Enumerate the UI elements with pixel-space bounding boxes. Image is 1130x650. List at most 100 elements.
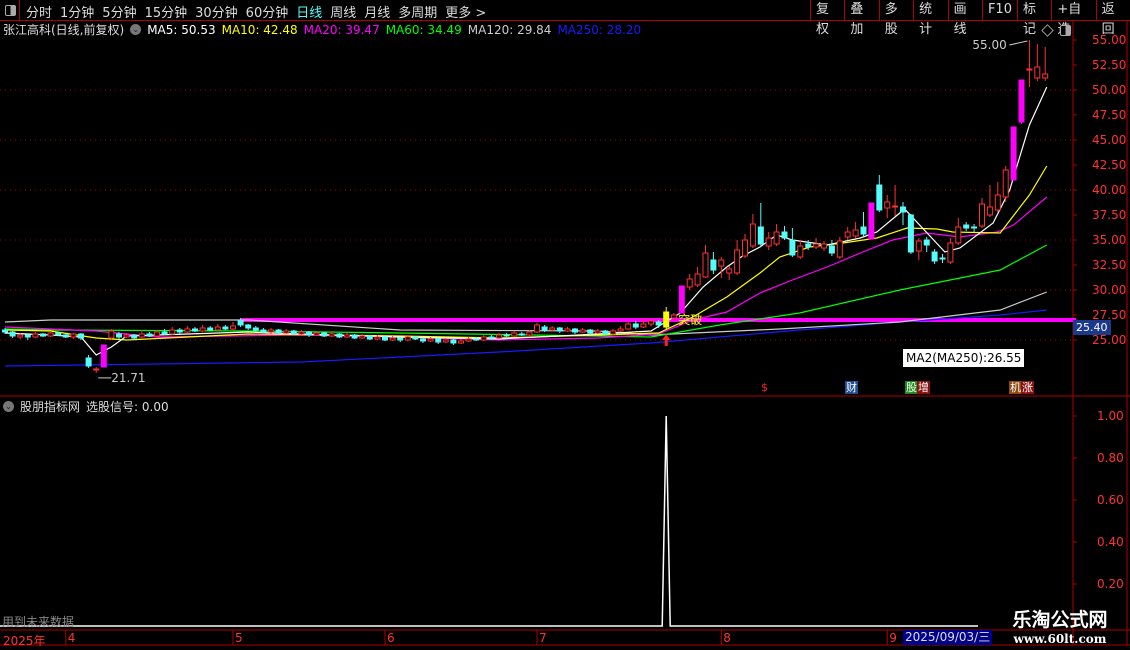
candle-body — [1018, 79, 1025, 123]
candle-body — [686, 278, 693, 288]
candle-body — [458, 340, 464, 344]
candle-body — [797, 245, 804, 258]
candle-body — [351, 334, 358, 339]
month-label: 4 — [68, 631, 76, 645]
candle-body — [632, 323, 639, 328]
price-tick-label: 40.00 — [1092, 183, 1126, 197]
candle-body — [749, 223, 756, 247]
candle-body — [290, 330, 297, 335]
indicator-name[interactable]: 股朋指标网 — [20, 398, 80, 415]
event-badge[interactable]: 涨 — [1021, 381, 1034, 394]
candle-body — [572, 328, 578, 333]
watermark: 乐淘公式网 www.60lt.com — [990, 605, 1130, 646]
event-badge[interactable]: 财 — [845, 381, 858, 394]
candle-body — [813, 243, 820, 248]
candle-body — [678, 285, 685, 314]
candle-body — [994, 194, 1001, 211]
candle-body — [868, 202, 875, 240]
price-chart: 55.00 52.50 50.00 47.50 45.00 42.50 40.00 37.50… — [0, 21, 1130, 646]
watermark-url: www.60lt.com — [1013, 632, 1107, 646]
candle-body — [154, 331, 160, 337]
candle-body — [268, 329, 274, 333]
candle-body — [397, 337, 404, 341]
candle-body — [986, 206, 993, 216]
candle-body — [602, 330, 609, 335]
candle-body — [404, 336, 411, 341]
candle-body — [876, 184, 883, 211]
candle-body — [836, 240, 843, 258]
candle-body — [192, 328, 198, 332]
candle-body — [480, 336, 487, 341]
candle-body — [24, 334, 31, 338]
candle-body — [32, 333, 39, 338]
candle-body — [344, 334, 350, 338]
candle-body — [412, 336, 419, 340]
candle-body — [594, 330, 601, 334]
candle-body — [947, 242, 954, 263]
candle-body — [900, 206, 906, 213]
low-price-label: 21.71 — [111, 371, 145, 385]
candle-body — [283, 330, 290, 334]
candle-body — [710, 259, 717, 271]
candle-body — [648, 320, 654, 325]
candle-body — [47, 332, 54, 337]
candle-body — [931, 251, 938, 262]
candle-body — [382, 336, 388, 341]
indicator-tick-label: 0.20 — [1097, 577, 1124, 591]
candle-body — [123, 334, 130, 338]
month-label: 8 — [723, 631, 731, 645]
candle-body — [1010, 126, 1017, 181]
event-badge[interactable]: 增 — [917, 381, 930, 394]
price-tick-label: 37.50 — [1092, 208, 1126, 222]
candle-body — [55, 332, 62, 336]
price-tick-label: 47.50 — [1092, 108, 1126, 122]
candle-body — [587, 329, 594, 334]
event-badge[interactable]: $ — [760, 381, 769, 394]
candle-body — [884, 201, 891, 209]
month-label: 9 — [889, 631, 897, 645]
candle-body — [1034, 66, 1041, 79]
candle-body — [955, 226, 962, 244]
candle-body — [526, 331, 533, 336]
candle-body — [610, 330, 616, 335]
candle-body — [108, 330, 115, 339]
candle-body — [979, 203, 985, 227]
candle-body — [852, 229, 859, 237]
candle-body — [435, 338, 442, 343]
candle-body — [765, 237, 772, 247]
month-label: 7 — [539, 631, 547, 645]
candle-body — [70, 333, 77, 338]
indicator-tick-label: 0.60 — [1097, 493, 1124, 507]
signal-value: 选股信号: 0.00 — [86, 400, 169, 414]
candle-body — [359, 335, 366, 339]
candle-body — [734, 249, 741, 274]
candle-body — [579, 329, 586, 333]
current-price-label: 25.40 — [1073, 320, 1111, 335]
price-tick-label: 25.00 — [1092, 333, 1126, 347]
candle-body — [138, 333, 145, 338]
candle-body — [306, 331, 312, 336]
price-tick-label: 42.50 — [1092, 158, 1126, 172]
candle-body — [718, 259, 725, 267]
candle-body — [230, 325, 236, 330]
ma-line-ma10 — [4, 165, 1048, 341]
candle-body — [93, 368, 100, 371]
candle-body — [427, 338, 434, 342]
candle-body — [726, 268, 733, 274]
candle-body — [176, 329, 183, 333]
chevron-down-icon[interactable]: ⌄ — [3, 401, 14, 412]
candle-body — [298, 331, 305, 335]
indicator-tick-label: 1.00 — [1097, 409, 1124, 423]
candle-body — [939, 257, 946, 260]
year-label: 2025年 — [3, 634, 46, 648]
candle-body — [199, 327, 206, 332]
candle-body — [702, 252, 709, 278]
candle-body — [420, 338, 426, 342]
price-tick-label: 32.50 — [1092, 258, 1126, 272]
indicator-tick-label: 0.80 — [1097, 451, 1124, 465]
candle-body — [1002, 169, 1009, 198]
candle-body — [496, 334, 502, 339]
candle-body — [184, 328, 191, 333]
candle-body — [617, 328, 624, 332]
candle-body — [694, 273, 701, 286]
